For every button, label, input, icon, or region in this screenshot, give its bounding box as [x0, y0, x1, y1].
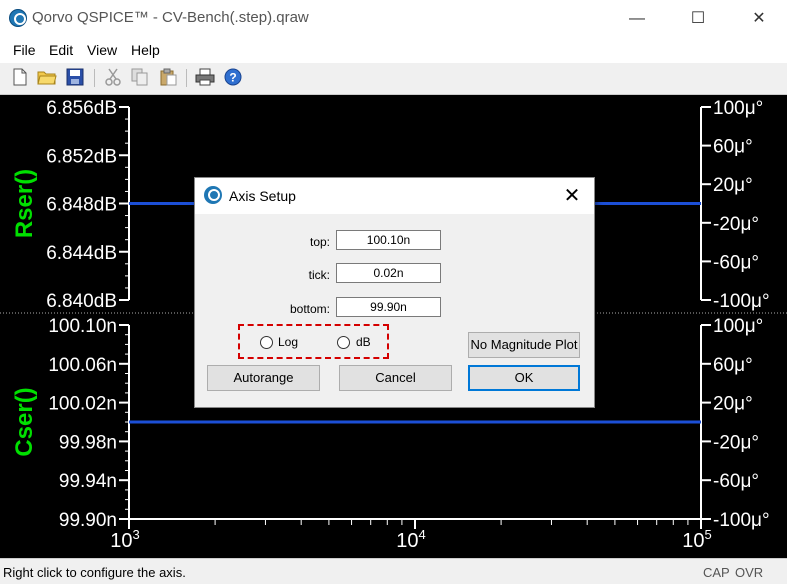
- x-tick-label: 103: [110, 527, 139, 552]
- tick-input[interactable]: [336, 263, 441, 283]
- db-label: dB: [356, 335, 371, 349]
- left-tick-label: 100.06n: [48, 355, 117, 376]
- right-tick-label: -20μ°: [713, 214, 759, 235]
- cut-icon[interactable]: [103, 68, 123, 88]
- tick-label: tick:: [308, 268, 330, 282]
- top-label: top:: [309, 235, 330, 249]
- top-input[interactable]: [336, 230, 441, 250]
- help-icon[interactable]: ?: [223, 68, 243, 88]
- menu-edit[interactable]: Edit: [49, 42, 73, 58]
- toolbar: ?: [0, 63, 787, 95]
- toolbar-separator: [186, 69, 187, 87]
- ok-button[interactable]: OK: [468, 365, 580, 391]
- print-icon[interactable]: [195, 68, 215, 88]
- bottom-input[interactable]: [336, 297, 441, 317]
- save-icon[interactable]: [65, 68, 85, 88]
- qspice-dialog-icon: [204, 186, 222, 204]
- left-tick-label: 6.856dB: [46, 98, 117, 119]
- left-tick-label: 6.840dB: [46, 291, 117, 312]
- dialog-close-button[interactable]: ✕: [558, 182, 586, 210]
- trace-name-label: Rser(): [11, 169, 38, 238]
- db-radio[interactable]: [337, 336, 350, 349]
- menu-help[interactable]: Help: [131, 42, 160, 58]
- right-tick-label: -60μ°: [713, 471, 759, 492]
- right-tick-label: -20μ°: [713, 432, 759, 453]
- x-tick-label: 105: [682, 527, 711, 552]
- log-label: Log: [278, 335, 299, 349]
- scale-radio-group: Log dB: [238, 324, 389, 359]
- menu-file[interactable]: File: [13, 42, 36, 58]
- title-bar: Qorvo QSPICE™ - CV-Bench(.step).qraw — ☐…: [0, 0, 787, 37]
- left-tick-label: 99.98n: [59, 432, 117, 453]
- menu-bar: File Edit View Help: [0, 37, 787, 63]
- x-tick-label: 104: [396, 527, 425, 552]
- minimize-button[interactable]: —: [614, 0, 660, 37]
- paste-icon[interactable]: [158, 68, 178, 88]
- open-folder-icon[interactable]: [37, 68, 57, 88]
- dialog-title-bar: Axis Setup ✕: [195, 178, 594, 214]
- status-bar: Right click to configure the axis. CAP O…: [0, 558, 787, 584]
- left-tick-label: 99.94n: [59, 471, 117, 492]
- copy-icon[interactable]: [130, 68, 150, 88]
- left-tick-label: 99.90n: [59, 510, 117, 531]
- close-button[interactable]: ✕: [736, 0, 782, 37]
- status-text: Right click to configure the axis.: [3, 565, 186, 580]
- caps-indicator: CAP: [703, 565, 730, 580]
- new-file-icon[interactable]: [10, 68, 30, 88]
- right-tick-label: 60μ°: [713, 355, 753, 376]
- toolbar-separator: [94, 69, 95, 87]
- overwrite-indicator: OVR: [735, 565, 764, 580]
- bottom-label: bottom:: [289, 302, 330, 316]
- menu-view[interactable]: View: [87, 42, 117, 58]
- right-tick-label: 100μ°: [713, 98, 763, 119]
- autorange-button[interactable]: Autorange: [207, 365, 320, 391]
- trace-name-label: Cser(): [11, 387, 38, 456]
- log-radio[interactable]: [260, 336, 273, 349]
- axis-setup-dialog: Axis Setup ✕ top: tick: bottom: Log dB N…: [194, 177, 595, 408]
- left-tick-label: 6.852dB: [46, 146, 117, 167]
- window-title: Qorvo QSPICE™ - CV-Bench(.step).qraw: [32, 9, 309, 26]
- left-tick-label: 6.844dB: [46, 243, 117, 264]
- right-tick-label: -100μ°: [713, 291, 770, 312]
- right-tick-label: 60μ°: [713, 137, 753, 158]
- left-tick-label: 100.02n: [48, 394, 117, 415]
- svg-text:?: ?: [229, 71, 236, 85]
- right-tick-label: 20μ°: [713, 175, 753, 196]
- cancel-button[interactable]: Cancel: [339, 365, 452, 391]
- right-tick-label: 100μ°: [713, 316, 763, 337]
- x-axis: 103 104 105: [110, 518, 712, 552]
- no-magnitude-plot-button[interactable]: No Magnitude Plot: [468, 332, 580, 358]
- left-tick-label: 6.848dB: [46, 195, 117, 216]
- right-tick-label: -100μ°: [713, 510, 770, 531]
- qspice-app-icon: [9, 9, 27, 27]
- maximize-button[interactable]: ☐: [675, 0, 721, 37]
- right-tick-label: 20μ°: [713, 394, 753, 415]
- left-tick-label: 100.10n: [48, 316, 117, 337]
- right-tick-label: -60μ°: [713, 252, 759, 273]
- dialog-title: Axis Setup: [229, 188, 296, 204]
